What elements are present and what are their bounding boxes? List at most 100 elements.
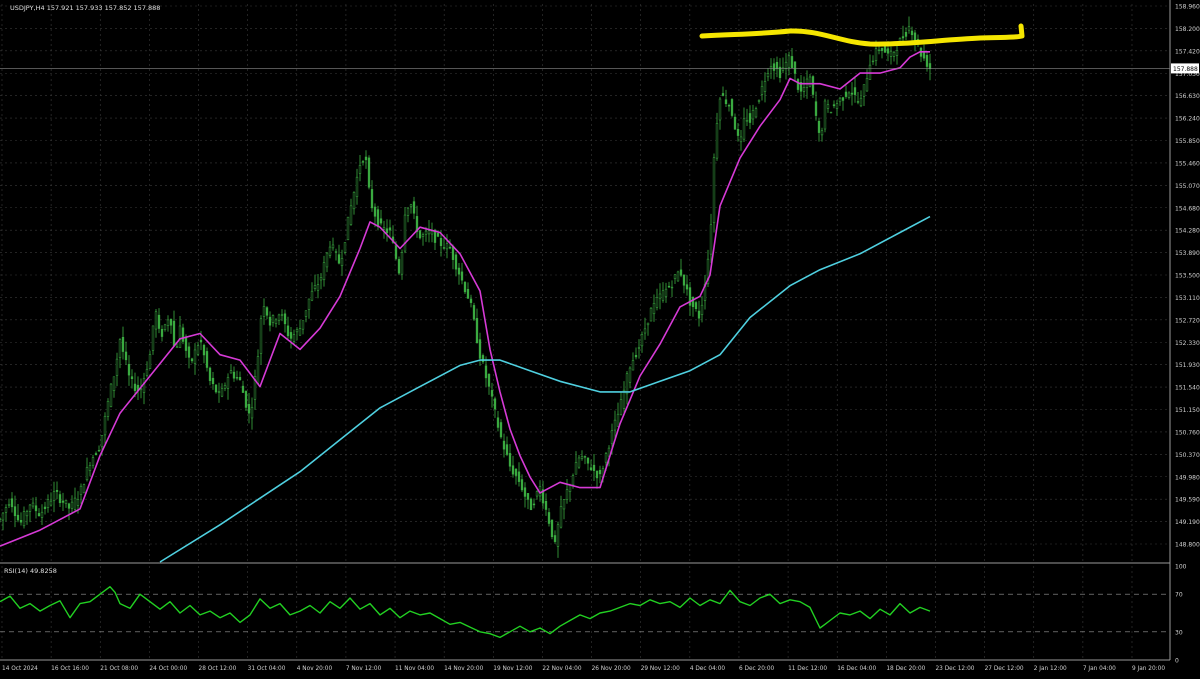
candle-body (187, 346, 191, 358)
candle-body (250, 407, 254, 419)
time-axis-tick-label: 16 Oct 16:00 (51, 666, 89, 672)
candle-body (289, 332, 293, 339)
candle-body (94, 453, 98, 456)
time-axis-tick-label: 7 Nov 12:00 (346, 666, 382, 672)
candle-body (667, 285, 671, 288)
candle-body (10, 498, 14, 508)
candle-body (910, 30, 914, 36)
candle-body (151, 325, 155, 351)
candle-body (592, 464, 596, 471)
candle-body (355, 176, 359, 197)
candle-body (439, 238, 443, 247)
price-axis-tick-label: 152.330 (1175, 340, 1200, 347)
candle-body (208, 367, 212, 381)
candle-body (610, 430, 614, 444)
rsi-title: RSI(14) 49.8258 (4, 567, 57, 575)
price-axis-tick-label: 149.590 (1175, 497, 1200, 504)
price-axis-tick-label: 155.850 (1175, 138, 1200, 145)
candle-body (634, 355, 638, 358)
candle-body (613, 419, 617, 431)
candle-body (259, 318, 263, 354)
candle-body (367, 157, 371, 188)
candle-body (571, 475, 575, 486)
candle-body (79, 485, 83, 495)
candle-body (28, 504, 32, 512)
candle-body (766, 73, 770, 78)
candle-body (205, 351, 209, 368)
candle-body (664, 288, 668, 297)
time-axis-tick-label: 7 Jan 04:00 (1083, 666, 1116, 672)
candle-body (760, 86, 764, 95)
candle-body (811, 76, 815, 95)
candle-body (784, 61, 788, 69)
candle-body (529, 498, 533, 511)
time-axis-tick-label: 14 Oct 2024 (2, 666, 38, 672)
candle-body (661, 290, 665, 301)
candle-body (790, 56, 794, 68)
candle-body (370, 189, 374, 209)
candle-body (106, 400, 110, 417)
candle-body (178, 325, 182, 348)
candle-body (556, 524, 560, 547)
candle-body (427, 230, 431, 235)
candle-body (859, 97, 863, 107)
candle-body (61, 500, 65, 503)
chart-canvas[interactable]: 10070300 158.960158.200157.420157.030156… (0, 0, 1200, 675)
candle-body (724, 99, 728, 105)
candle-body (22, 511, 26, 527)
candle-body (649, 307, 653, 322)
candle-body (262, 306, 266, 317)
time-axis-tick-label: 11 Nov 04:00 (395, 666, 434, 672)
candle-body (775, 61, 779, 70)
candle-body (166, 319, 170, 326)
candle-body (751, 110, 755, 120)
candle-body (850, 92, 854, 95)
candle-body (901, 36, 905, 39)
rsi-axis-tick-label: 30 (1175, 629, 1183, 636)
candle-body (55, 489, 59, 492)
time-axis-tick-label: 4 Dec 04:00 (690, 666, 726, 672)
candle-body (517, 471, 521, 482)
candle-body (85, 467, 89, 481)
time-axis-tick-label: 18 Dec 20:00 (886, 666, 925, 672)
candle-body (247, 404, 251, 414)
price-axis-tick-label: 156.240 (1175, 116, 1200, 123)
time-axis-tick-label: 6 Dec 20:00 (739, 666, 775, 672)
candle-body (127, 364, 131, 376)
candle-body (304, 310, 308, 317)
candle-body (124, 351, 128, 361)
candle-body (787, 55, 791, 68)
rsi-axis-tick-label: 0 (1175, 658, 1179, 665)
price-axis-tick-label: 152.720 (1175, 317, 1200, 324)
rsi-axis-tick-label: 100 (1175, 564, 1187, 571)
time-axis-tick-label: 21 Oct 08:00 (100, 666, 138, 672)
price-axis-tick-label: 153.890 (1175, 250, 1200, 257)
candle-body (637, 347, 641, 349)
candle-body (445, 243, 449, 250)
candle-body (463, 282, 467, 293)
price-axis-tick-label: 150.760 (1175, 429, 1200, 436)
candle-body (130, 376, 134, 380)
candle-body (325, 252, 329, 268)
candle-body (727, 105, 731, 107)
price-axis-tick-label: 148.800 (1175, 542, 1200, 549)
candle-body (682, 274, 686, 286)
candle-body (256, 356, 260, 384)
candle-body (562, 499, 566, 510)
candle-body (58, 494, 62, 504)
candle-body (328, 246, 332, 256)
candle-body (880, 47, 884, 51)
candle-body (715, 123, 719, 159)
candle-body (163, 324, 167, 330)
candle-body (718, 98, 722, 121)
candle-body (838, 97, 842, 103)
time-axis-tick-label: 14 Nov 20:00 (444, 666, 483, 672)
candle-body (418, 230, 422, 239)
price-axis-tick-label: 154.680 (1175, 205, 1200, 212)
candle-body (211, 377, 215, 385)
current-price-label: 157.888 (1173, 66, 1198, 73)
candle-body (895, 50, 899, 56)
candle-body (565, 489, 569, 500)
price-axis-tick-label: 153.110 (1175, 295, 1200, 302)
candle-body (277, 314, 281, 321)
